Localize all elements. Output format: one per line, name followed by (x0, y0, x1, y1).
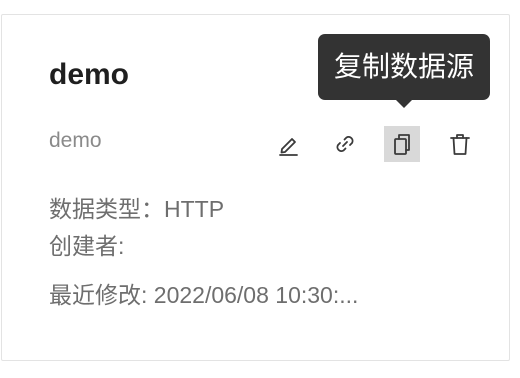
link-icon (336, 136, 354, 152)
creator-text: 创建者: (49, 233, 125, 259)
tooltip-arrow (395, 99, 413, 108)
delete-button[interactable] (442, 126, 478, 162)
copy-icon (394, 134, 410, 155)
link-button[interactable] (327, 126, 363, 162)
copy-datasource-tooltip: 复制数据源 (318, 34, 490, 100)
card-subtitle: demo (49, 129, 102, 152)
pencil-icon (279, 138, 298, 156)
trash-icon (450, 134, 470, 155)
copy-button[interactable] (384, 126, 420, 162)
last-modified-text: 最近修改: 2022/06/08 10:30:... (49, 282, 359, 308)
edit-button[interactable] (270, 126, 306, 162)
data-type-text: 数据类型：HTTP (49, 196, 225, 222)
card-title: demo (49, 58, 130, 91)
